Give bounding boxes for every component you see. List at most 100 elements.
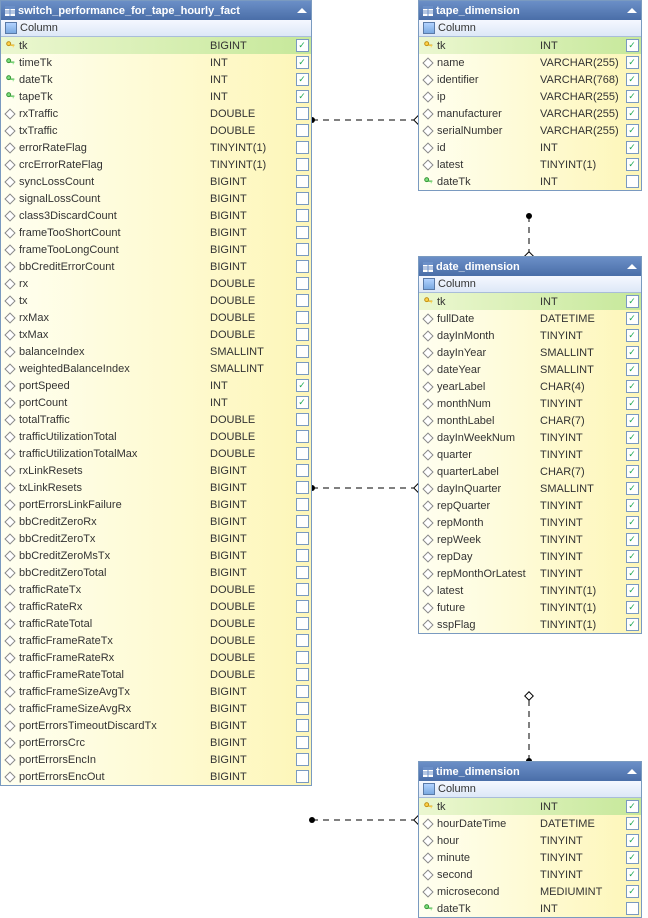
notnull-cell[interactable]: ✓	[625, 329, 639, 342]
column-row[interactable]: repMonthOrLatestTINYINT✓	[419, 565, 641, 582]
notnull-cell[interactable]	[295, 464, 309, 477]
notnull-cell[interactable]: ✓	[625, 601, 639, 614]
column-row[interactable]: trafficFrameSizeAvgRxBIGINT	[1, 700, 311, 717]
column-row[interactable]: portErrorsLinkFailureBIGINT	[1, 496, 311, 513]
column-row[interactable]: bbCreditZeroMsTxBIGINT	[1, 547, 311, 564]
notnull-cell[interactable]: ✓	[625, 414, 639, 427]
notnull-cell[interactable]	[295, 277, 309, 290]
notnull-cell[interactable]	[295, 447, 309, 460]
column-row[interactable]: trafficFrameSizeAvgTxBIGINT	[1, 683, 311, 700]
notnull-cell[interactable]	[295, 770, 309, 783]
notnull-cell[interactable]	[295, 719, 309, 732]
column-row[interactable]: secondTINYINT✓	[419, 866, 641, 883]
notnull-cell[interactable]	[295, 311, 309, 324]
column-row[interactable]: monthLabelCHAR(7)✓	[419, 412, 641, 429]
notnull-cell[interactable]: ✓	[295, 396, 309, 409]
notnull-cell[interactable]: ✓	[625, 851, 639, 864]
table-header[interactable]: time_dimension	[419, 762, 641, 781]
notnull-cell[interactable]: ✓	[625, 39, 639, 52]
column-row[interactable]: ipVARCHAR(255)✓	[419, 88, 641, 105]
notnull-cell[interactable]	[295, 583, 309, 596]
notnull-cell[interactable]	[295, 651, 309, 664]
column-row[interactable]: dayInWeekNumTINYINT✓	[419, 429, 641, 446]
column-row[interactable]: bbCreditZeroTxBIGINT	[1, 530, 311, 547]
column-row[interactable]: rxTrafficDOUBLE	[1, 105, 311, 122]
column-row[interactable]: crcErrorRateFlagTINYINT(1)	[1, 156, 311, 173]
notnull-cell[interactable]: ✓	[625, 397, 639, 410]
collapse-icon[interactable]	[297, 8, 307, 13]
notnull-cell[interactable]: ✓	[625, 834, 639, 847]
notnull-cell[interactable]	[295, 243, 309, 256]
notnull-cell[interactable]: ✓	[625, 465, 639, 478]
notnull-cell[interactable]: ✓	[295, 379, 309, 392]
column-row[interactable]: errorRateFlagTINYINT(1)	[1, 139, 311, 156]
column-row[interactable]: frameTooLongCountBIGINT	[1, 241, 311, 258]
column-row[interactable]: latestTINYINT(1)✓	[419, 582, 641, 599]
table-header[interactable]: date_dimension	[419, 257, 641, 276]
column-row[interactable]: trafficRateTxDOUBLE	[1, 581, 311, 598]
notnull-cell[interactable]	[295, 702, 309, 715]
notnull-cell[interactable]	[295, 124, 309, 137]
notnull-cell[interactable]: ✓	[625, 618, 639, 631]
column-row[interactable]: latestTINYINT(1)✓	[419, 156, 641, 173]
column-row[interactable]: repQuarterTINYINT✓	[419, 497, 641, 514]
notnull-cell[interactable]: ✓	[625, 800, 639, 813]
column-row[interactable]: rxDOUBLE	[1, 275, 311, 292]
table-tape[interactable]: tape_dimensionColumntkINT✓nameVARCHAR(25…	[418, 0, 642, 191]
table-header[interactable]: switch_performance_for_tape_hourly_fact	[1, 1, 311, 20]
notnull-cell[interactable]: ✓	[625, 868, 639, 881]
column-row[interactable]: dayInMonthTINYINT✓	[419, 327, 641, 344]
column-row[interactable]: rxMaxDOUBLE	[1, 309, 311, 326]
column-row[interactable]: trafficFrameRateTxDOUBLE	[1, 632, 311, 649]
notnull-cell[interactable]	[295, 549, 309, 562]
notnull-cell[interactable]	[295, 685, 309, 698]
notnull-cell[interactable]	[295, 430, 309, 443]
notnull-cell[interactable]	[295, 260, 309, 273]
notnull-cell[interactable]	[295, 362, 309, 375]
notnull-cell[interactable]	[295, 634, 309, 647]
notnull-cell[interactable]	[295, 532, 309, 545]
column-row[interactable]: signalLossCountBIGINT	[1, 190, 311, 207]
notnull-cell[interactable]: ✓	[625, 516, 639, 529]
column-row[interactable]: portErrorsCrcBIGINT	[1, 734, 311, 751]
table-switch[interactable]: switch_performance_for_tape_hourly_factC…	[0, 0, 312, 786]
notnull-cell[interactable]	[295, 141, 309, 154]
notnull-cell[interactable]: ✓	[625, 567, 639, 580]
column-row[interactable]: txMaxDOUBLE	[1, 326, 311, 343]
column-row[interactable]: serialNumberVARCHAR(255)✓	[419, 122, 641, 139]
column-row[interactable]: identifierVARCHAR(768)✓	[419, 71, 641, 88]
notnull-cell[interactable]	[295, 345, 309, 358]
column-row[interactable]: trafficFrameRateRxDOUBLE	[1, 649, 311, 666]
notnull-cell[interactable]	[295, 413, 309, 426]
notnull-cell[interactable]: ✓	[625, 141, 639, 154]
collapse-icon[interactable]	[627, 8, 637, 13]
column-row[interactable]: tkINT✓	[419, 798, 641, 815]
notnull-cell[interactable]: ✓	[625, 448, 639, 461]
column-row[interactable]: repMonthTINYINT✓	[419, 514, 641, 531]
column-row[interactable]: hourDateTimeDATETIME✓	[419, 815, 641, 832]
notnull-cell[interactable]	[295, 736, 309, 749]
notnull-cell[interactable]	[295, 515, 309, 528]
column-row[interactable]: quarterTINYINT✓	[419, 446, 641, 463]
column-row[interactable]: class3DiscardCountBIGINT	[1, 207, 311, 224]
column-row[interactable]: trafficUtilizationTotalDOUBLE	[1, 428, 311, 445]
notnull-cell[interactable]: ✓	[625, 124, 639, 137]
notnull-cell[interactable]: ✓	[625, 885, 639, 898]
notnull-cell[interactable]: ✓	[295, 56, 309, 69]
notnull-cell[interactable]: ✓	[625, 295, 639, 308]
notnull-cell[interactable]: ✓	[295, 90, 309, 103]
column-row[interactable]: txTrafficDOUBLE	[1, 122, 311, 139]
notnull-cell[interactable]: ✓	[625, 533, 639, 546]
notnull-cell[interactable]: ✓	[625, 380, 639, 393]
notnull-cell[interactable]: ✓	[625, 73, 639, 86]
column-row[interactable]: tkINT✓	[419, 293, 641, 310]
column-row[interactable]: bbCreditZeroRxBIGINT	[1, 513, 311, 530]
column-row[interactable]: repDayTINYINT✓	[419, 548, 641, 565]
column-row[interactable]: bbCreditErrorCountBIGINT	[1, 258, 311, 275]
column-row[interactable]: trafficRateTotalDOUBLE	[1, 615, 311, 632]
column-row[interactable]: quarterLabelCHAR(7)✓	[419, 463, 641, 480]
column-row[interactable]: portErrorsEncInBIGINT	[1, 751, 311, 768]
column-row[interactable]: tapeTkINT✓	[1, 88, 311, 105]
column-row[interactable]: sspFlagTINYINT(1)✓	[419, 616, 641, 633]
column-row[interactable]: trafficUtilizationTotalMaxDOUBLE	[1, 445, 311, 462]
